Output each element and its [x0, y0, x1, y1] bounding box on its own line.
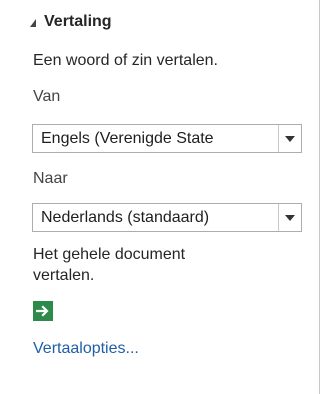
section-title: Vertaling — [44, 13, 112, 30]
translate-document-text-line1: Het gehele document — [33, 246, 186, 263]
chevron-down-icon — [285, 135, 295, 142]
to-language-value: Nederlands (standaard) — [41, 208, 210, 226]
from-label: Van — [33, 88, 61, 105]
translate-word-text: Een woord of zin vertalen. — [33, 52, 218, 69]
chevron-down-icon — [285, 214, 295, 221]
from-language-value: Engels (Verenigde State — [41, 129, 214, 147]
to-language-select[interactable]: Nederlands (standaard) — [32, 203, 302, 232]
from-language-dropdown-button[interactable] — [278, 125, 301, 152]
to-label: Naar — [33, 170, 68, 187]
arrow-right-icon — [36, 305, 49, 317]
section-header-vertaling[interactable]: Vertaling — [30, 9, 112, 35]
from-language-select[interactable]: Engels (Verenigde State — [32, 124, 302, 153]
translate-document-text-line2: vertalen. — [33, 267, 95, 284]
translate-document-button[interactable] — [33, 301, 53, 321]
collapse-triangle-icon[interactable] — [30, 18, 36, 27]
translation-options-link[interactable]: Vertaalopties... — [33, 340, 139, 358]
translation-pane: Vertaling Een woord of zin vertalen. Van… — [0, 0, 320, 394]
to-language-dropdown-button[interactable] — [278, 204, 301, 231]
